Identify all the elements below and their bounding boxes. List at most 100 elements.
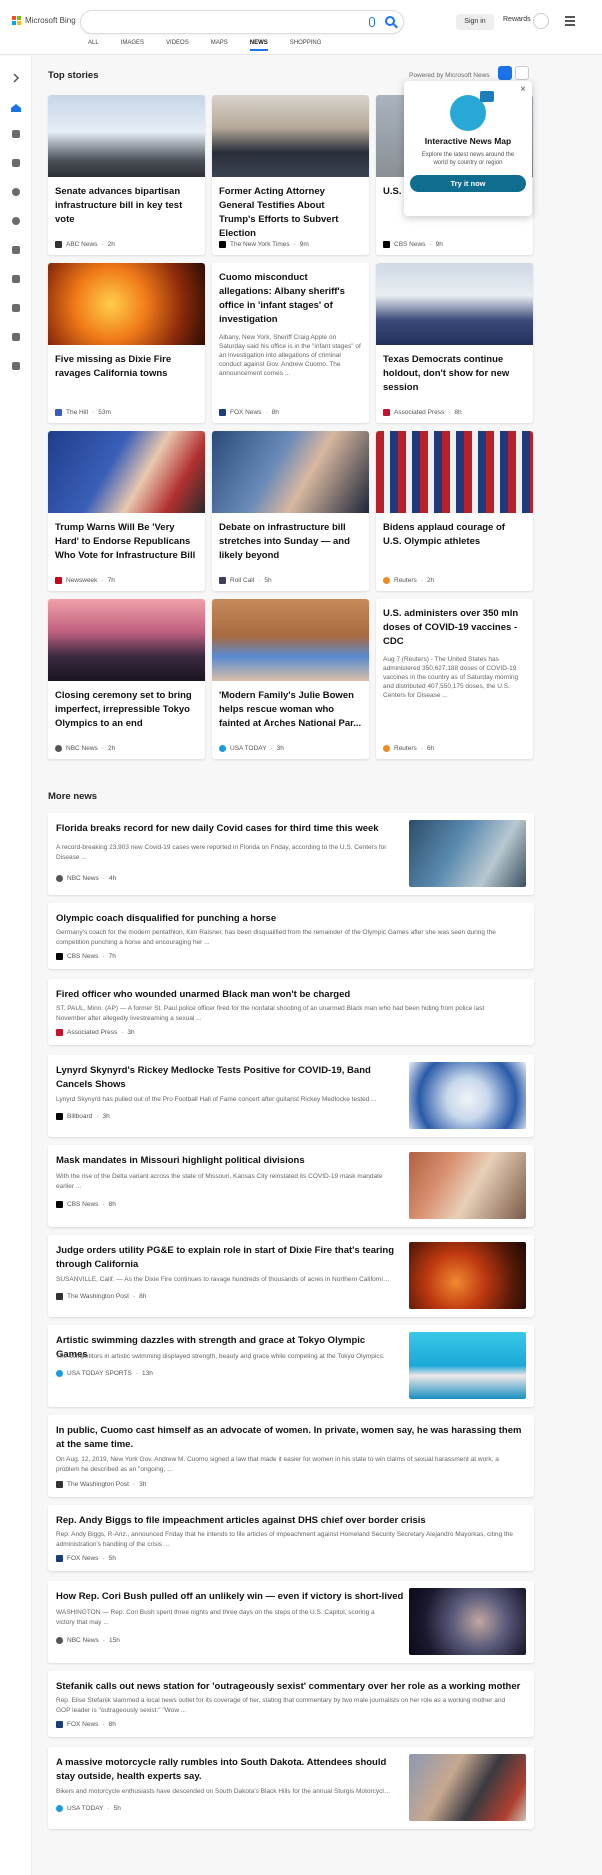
- world-icon[interactable]: [10, 216, 22, 226]
- story-card[interactable]: Cuomo misconduct allegations: Albany she…: [212, 263, 369, 423]
- map-view-icon[interactable]: [515, 66, 529, 80]
- more-news-title: More news: [48, 791, 98, 802]
- close-icon[interactable]: ×: [520, 84, 526, 95]
- bing-logo[interactable]: Microsoft Bing: [12, 16, 76, 25]
- home-icon[interactable]: [10, 100, 22, 112]
- source-logo-icon: [219, 241, 226, 248]
- flag-icon[interactable]: [10, 158, 22, 168]
- search-box[interactable]: [80, 10, 404, 34]
- news-summary: On Aug. 12, 2019, New York Gov. Andrew M…: [56, 1456, 499, 1473]
- story-image: [212, 95, 369, 177]
- entertainment-icon[interactable]: [10, 303, 22, 313]
- try-it-now-button[interactable]: Try it now: [410, 175, 526, 192]
- tab-all[interactable]: ALL: [88, 40, 99, 51]
- news-thumbnail: [409, 1588, 526, 1655]
- tab-images[interactable]: IMAGES: [121, 40, 144, 51]
- news-item[interactable]: How Rep. Cori Bush pulled off an unlikel…: [48, 1581, 534, 1663]
- search-input[interactable]: [81, 11, 351, 33]
- news-thumbnail: [409, 1754, 526, 1821]
- source-logo-icon: [383, 577, 390, 584]
- sign-in-button[interactable]: Sign in: [456, 14, 494, 30]
- story-card[interactable]: Former Acting Attorney General Testifies…: [212, 95, 369, 255]
- source-logo-icon: [56, 1201, 63, 1208]
- search-icon[interactable]: [385, 16, 395, 26]
- story-card[interactable]: Senate advances bipartisan infrastructur…: [48, 95, 205, 255]
- story-card[interactable]: Texas Democrats continue holdout, don't …: [376, 263, 533, 423]
- source-logo-icon: [56, 1293, 63, 1300]
- lifestyle-icon[interactable]: [10, 361, 22, 371]
- story-card[interactable]: Trump Warns Will Be 'Very Hard' to Endor…: [48, 431, 205, 591]
- tab-news[interactable]: NEWS: [249, 40, 268, 51]
- story-source: The New York Times · 9m: [219, 241, 309, 248]
- collapse-icon[interactable]: [10, 70, 22, 83]
- news-title: Olympic coach disqualified for punching …: [56, 913, 277, 924]
- hamburger-menu-icon[interactable]: [565, 16, 575, 28]
- source-logo-icon: [56, 1805, 63, 1812]
- source-logo-icon: [383, 409, 390, 416]
- story-title: Cuomo misconduct allegations: Albany she…: [219, 272, 345, 325]
- story-image: [376, 263, 533, 345]
- grid-view-icon[interactable]: [498, 66, 512, 80]
- news-item[interactable]: Artistic swimming dazzles with strength …: [48, 1325, 534, 1407]
- tab-maps[interactable]: MAPS: [211, 40, 228, 51]
- news-summary: The competitors in artistic swimming dis…: [56, 1353, 385, 1360]
- promo-title: Interactive News Map: [424, 136, 512, 146]
- story-title: Senate advances bipartisan infrastructur…: [55, 186, 183, 225]
- news-source: The Washington Post · 3h: [56, 1481, 146, 1488]
- story-card[interactable]: 'Modern Family's Julie Bowen helps rescu…: [212, 599, 369, 759]
- news-item[interactable]: In public, Cuomo cast himself as an advo…: [48, 1415, 534, 1497]
- news-item[interactable]: Mask mandates in Missouri highlight poli…: [48, 1145, 534, 1227]
- news-summary: Rep. Elise Stefanik slammed a local news…: [56, 1697, 506, 1714]
- news-item[interactable]: A massive motorcycle rally rumbles into …: [48, 1747, 534, 1829]
- rewards-link[interactable]: Rewards: [503, 16, 531, 23]
- science-icon[interactable]: [10, 274, 22, 284]
- location-icon[interactable]: [10, 187, 22, 197]
- sports-icon[interactable]: [10, 129, 22, 139]
- news-source: CBS News · 7h: [56, 953, 116, 960]
- news-title: Judge orders utility PG&E to explain rol…: [56, 1245, 394, 1270]
- top-stories-title: Top stories: [48, 70, 99, 81]
- powered-by-text: Powered by Microsoft News: [409, 72, 490, 79]
- news-title: Florida breaks record for new daily Covi…: [56, 823, 379, 834]
- rewards-trophy-icon[interactable]: [533, 13, 549, 29]
- story-source: Associated Press · 8h: [383, 409, 462, 416]
- logo-text: Microsoft Bing: [25, 16, 76, 25]
- source-logo-icon: [56, 1029, 63, 1036]
- news-thumbnail: [409, 1332, 526, 1399]
- story-source: USA TODAY · 3h: [219, 745, 284, 752]
- news-source: The Washington Post · 8h: [56, 1293, 146, 1300]
- promo-description: Explore the latest news around the world…: [421, 152, 515, 166]
- news-item[interactable]: Judge orders utility PG&E to explain rol…: [48, 1235, 534, 1317]
- story-source: The Hill · 53m: [55, 409, 111, 416]
- tab-shopping[interactable]: SHOPPING: [290, 40, 322, 51]
- microphone-icon[interactable]: [369, 17, 375, 27]
- news-summary: WASHINGTON — Rep. Cori Bush spent three …: [56, 1609, 375, 1626]
- news-title: Fired officer who wounded unarmed Black …: [56, 989, 351, 1000]
- tab-videos[interactable]: VIDEOS: [166, 40, 189, 51]
- story-card[interactable]: Closing ceremony set to bring imperfect,…: [48, 599, 205, 759]
- story-source: Newsweek · 7h: [55, 577, 115, 584]
- news-map-promo: × Interactive News Map Explore the lates…: [404, 81, 532, 216]
- news-item[interactable]: Florida breaks record for new daily Covi…: [48, 813, 534, 895]
- news-item[interactable]: Lynyrd Skynyrd's Rickey Medlocke Tests P…: [48, 1055, 534, 1137]
- news-item[interactable]: Stefanik calls out news station for 'out…: [48, 1671, 534, 1737]
- chart-icon[interactable]: [10, 245, 22, 255]
- story-source: FOX News · 8h: [219, 409, 279, 416]
- source-logo-icon: [56, 1555, 63, 1562]
- news-item[interactable]: Rep. Andy Biggs to file impeachment arti…: [48, 1505, 534, 1571]
- news-title: Lynyrd Skynyrd's Rickey Medlocke Tests P…: [56, 1065, 371, 1090]
- story-card[interactable]: Debate on infrastructure bill stretches …: [212, 431, 369, 591]
- side-rail: [0, 56, 32, 1875]
- news-summary: SUSANVILLE, Calif. — As the Dixie Fire c…: [56, 1276, 391, 1283]
- story-image: [212, 431, 369, 513]
- story-image: [48, 599, 205, 681]
- news-item[interactable]: Olympic coach disqualified for punching …: [48, 903, 534, 969]
- story-card[interactable]: U.S. administers over 350 mln doses of C…: [376, 599, 533, 759]
- source-logo-icon: [219, 577, 226, 584]
- story-title: Bidens applaud courage of U.S. Olympic a…: [383, 522, 505, 547]
- money-icon[interactable]: [10, 332, 22, 342]
- story-card[interactable]: Bidens applaud courage of U.S. Olympic a…: [376, 431, 533, 591]
- story-image: [48, 431, 205, 513]
- news-item[interactable]: Fired officer who wounded unarmed Black …: [48, 979, 534, 1045]
- story-card[interactable]: Five missing as Dixie Fire ravages Calif…: [48, 263, 205, 423]
